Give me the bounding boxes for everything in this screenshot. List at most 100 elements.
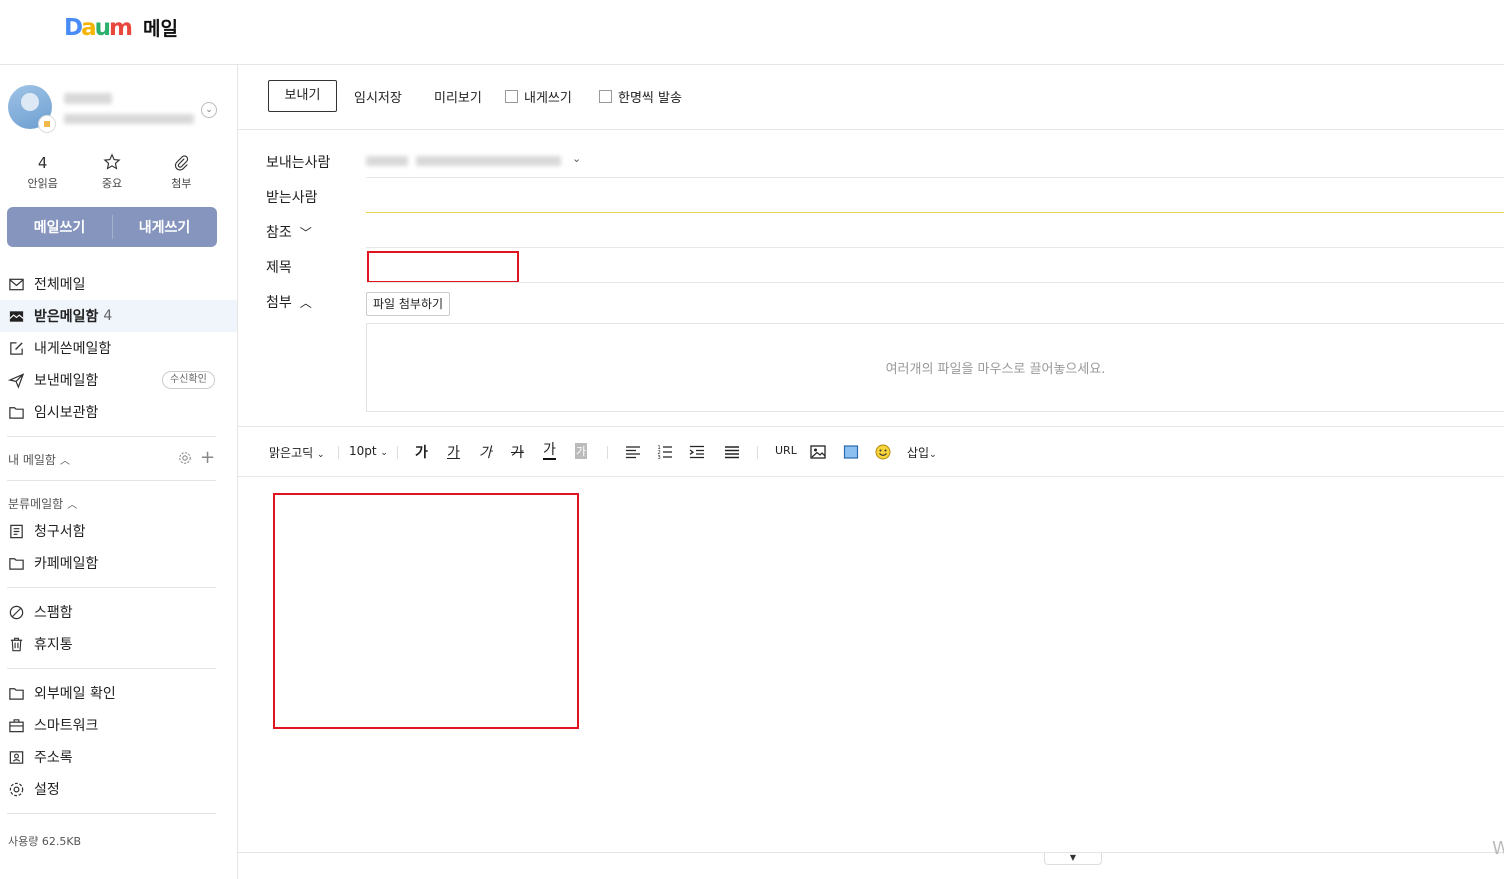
quick-important[interactable]: 중요	[77, 153, 146, 191]
sidebar-item-drafts[interactable]: 임시보관함	[0, 396, 237, 428]
compose-toolbar: 보내기 임시저장 미리보기 내게쓰기 한명씩 발송	[238, 65, 1504, 130]
save-draft-button[interactable]: 임시저장	[354, 87, 402, 106]
row-divider	[366, 177, 1504, 178]
file-dropzone[interactable]: 여러개의 파일을 마우스로 끌어놓으세요.	[366, 323, 1504, 412]
quick-unread-label: 안읽음	[27, 177, 58, 190]
cc-label: 참조	[266, 225, 292, 241]
divider	[7, 668, 216, 669]
sidebar-item-contacts[interactable]: 주소록	[0, 741, 237, 773]
chevron-down-icon: ⌄	[929, 450, 937, 460]
sidebar-item-label: 청구서함	[34, 524, 86, 540]
font-color-button[interactable]: 가	[543, 442, 556, 460]
sidebar-item-cafe-mail[interactable]: 카페메일함	[0, 547, 237, 579]
attach-label: 첨부	[266, 295, 292, 311]
sidebar-item-label: 설정	[34, 782, 60, 798]
align-left-icon[interactable]	[624, 443, 642, 461]
sidebar-item-label: 임시보관함	[34, 405, 99, 421]
storage-usage: 사용량 62.5KB	[8, 835, 82, 848]
background-color-button[interactable]: 가	[575, 443, 588, 459]
preview-button[interactable]: 미리보기	[434, 87, 482, 106]
sidebar-item-sent[interactable]: 보낸메일함 수신확인	[0, 364, 237, 396]
chevron-down-icon: ⌄	[572, 152, 582, 165]
numbered-list-icon[interactable]: 123	[656, 443, 674, 461]
write-mail-button[interactable]: 메일쓰기	[7, 207, 112, 247]
briefcase-icon	[9, 718, 24, 732]
sidebar-item-all-mail[interactable]: 전체메일	[0, 268, 237, 300]
from-selector[interactable]: ⌄	[366, 152, 586, 170]
body-highlight-box	[273, 493, 579, 729]
sidebar-item-bills[interactable]: 청구서함	[0, 515, 237, 547]
editor-resize-handle[interactable]: ▼	[1044, 853, 1102, 865]
user-email-blurred	[64, 114, 194, 124]
subject-highlight-box	[367, 251, 519, 283]
row-divider	[366, 282, 1504, 283]
sidebar-item-inbox[interactable]: 받은메일함 4	[0, 300, 237, 332]
to-self-option[interactable]: 내게쓰기	[505, 87, 572, 106]
to-input-focus-line	[366, 212, 1504, 213]
insert-url-button[interactable]: URL	[775, 444, 797, 457]
sidebar-item-self-sent[interactable]: 내게쓴메일함	[0, 332, 237, 364]
chevron-down-icon[interactable]: ⌄	[201, 102, 217, 118]
write-to-self-button[interactable]: 내게쓰기	[112, 207, 217, 247]
read-receipt-button[interactable]: 수신확인	[162, 371, 215, 389]
my-mailbox-header[interactable]: 내 메일함 ︿ +	[8, 447, 216, 468]
toolbar-separator	[397, 446, 398, 459]
individual-send-checkbox[interactable]	[599, 90, 612, 103]
from-label: 보내는사람	[266, 155, 331, 171]
italic-button[interactable]: 가	[479, 442, 492, 462]
folder-icon	[9, 406, 24, 419]
chevron-up-icon: ︿	[67, 500, 78, 511]
individual-send-option[interactable]: 한명씩 발송	[599, 87, 682, 106]
divider	[7, 480, 216, 481]
quick-attachments[interactable]: 첨부	[147, 153, 216, 191]
inbox-unread-count: 4	[103, 308, 113, 324]
sidebar-item-trash[interactable]: 휴지통	[0, 628, 237, 660]
bold-button[interactable]: 가	[415, 442, 428, 462]
strikethrough-button[interactable]: 가	[511, 442, 524, 462]
gear-icon[interactable]	[178, 451, 192, 465]
folder-icon	[9, 687, 24, 700]
sidebar-item-label: 전체메일	[34, 277, 86, 293]
emoji-icon[interactable]	[874, 443, 892, 461]
toolbar-separator	[338, 446, 339, 459]
underline-button[interactable]: 가	[447, 442, 460, 462]
image-icon[interactable]	[809, 443, 827, 461]
cc-input[interactable]	[366, 215, 1504, 245]
avatar-settings-icon[interactable]	[38, 115, 56, 133]
sidebar-item-label: 주소록	[34, 750, 73, 766]
indent-icon[interactable]	[688, 443, 706, 461]
to-self-checkbox[interactable]	[505, 90, 518, 103]
sidebar-item-settings[interactable]: 설정	[0, 773, 237, 805]
my-mailbox-title: 내 메일함	[8, 453, 56, 467]
edit-icon	[10, 341, 23, 355]
to-input[interactable]	[366, 181, 1504, 211]
font-size-select[interactable]: 10pt ⌄	[349, 444, 388, 458]
plus-icon[interactable]: +	[200, 447, 215, 468]
insert-menu-button[interactable]: 삽입⌄	[907, 444, 937, 461]
quick-filters: 4 안읽음 중요 첨부	[8, 153, 216, 191]
chevron-up-icon: ︿	[299, 295, 312, 310]
sidebar-item-label: 스팸함	[34, 605, 73, 621]
sidebar-item-label: 보낸메일함	[34, 373, 99, 389]
quick-unread[interactable]: 4 안읽음	[8, 153, 77, 191]
send-button[interactable]: 보내기	[268, 80, 337, 112]
subject-input[interactable]	[366, 250, 1504, 282]
daum-mail-logo[interactable]: Daum 메일	[64, 14, 178, 41]
attach-toggle[interactable]: 첨부 ︿	[266, 292, 312, 312]
inbox-icon	[9, 310, 24, 322]
chevron-down-icon: ﹀	[299, 225, 312, 240]
sidebar-item-spam[interactable]: 스팸함	[0, 596, 237, 628]
font-family-select[interactable]: 맑은고딕 ⌄	[269, 444, 325, 461]
nav-tools: 외부메일 확인 스마트워크 주소록 설정	[0, 677, 237, 805]
individual-send-label: 한명씩 발송	[618, 91, 682, 106]
sidebar-item-external-mail[interactable]: 외부메일 확인	[0, 677, 237, 709]
category-mailbox-header[interactable]: 분류메일함 ︿	[8, 495, 77, 512]
table-icon[interactable]	[842, 443, 860, 461]
app-header: Daum 메일	[0, 0, 1504, 65]
cc-toggle[interactable]: 참조 ﹀	[266, 222, 312, 242]
attach-file-button[interactable]: 파일 첨부하기	[366, 292, 451, 316]
sidebar-item-smartwork[interactable]: 스마트워크	[0, 709, 237, 741]
contacts-icon	[9, 750, 24, 764]
line-height-icon[interactable]	[723, 443, 741, 461]
user-profile[interactable]: ⌄	[8, 85, 218, 135]
